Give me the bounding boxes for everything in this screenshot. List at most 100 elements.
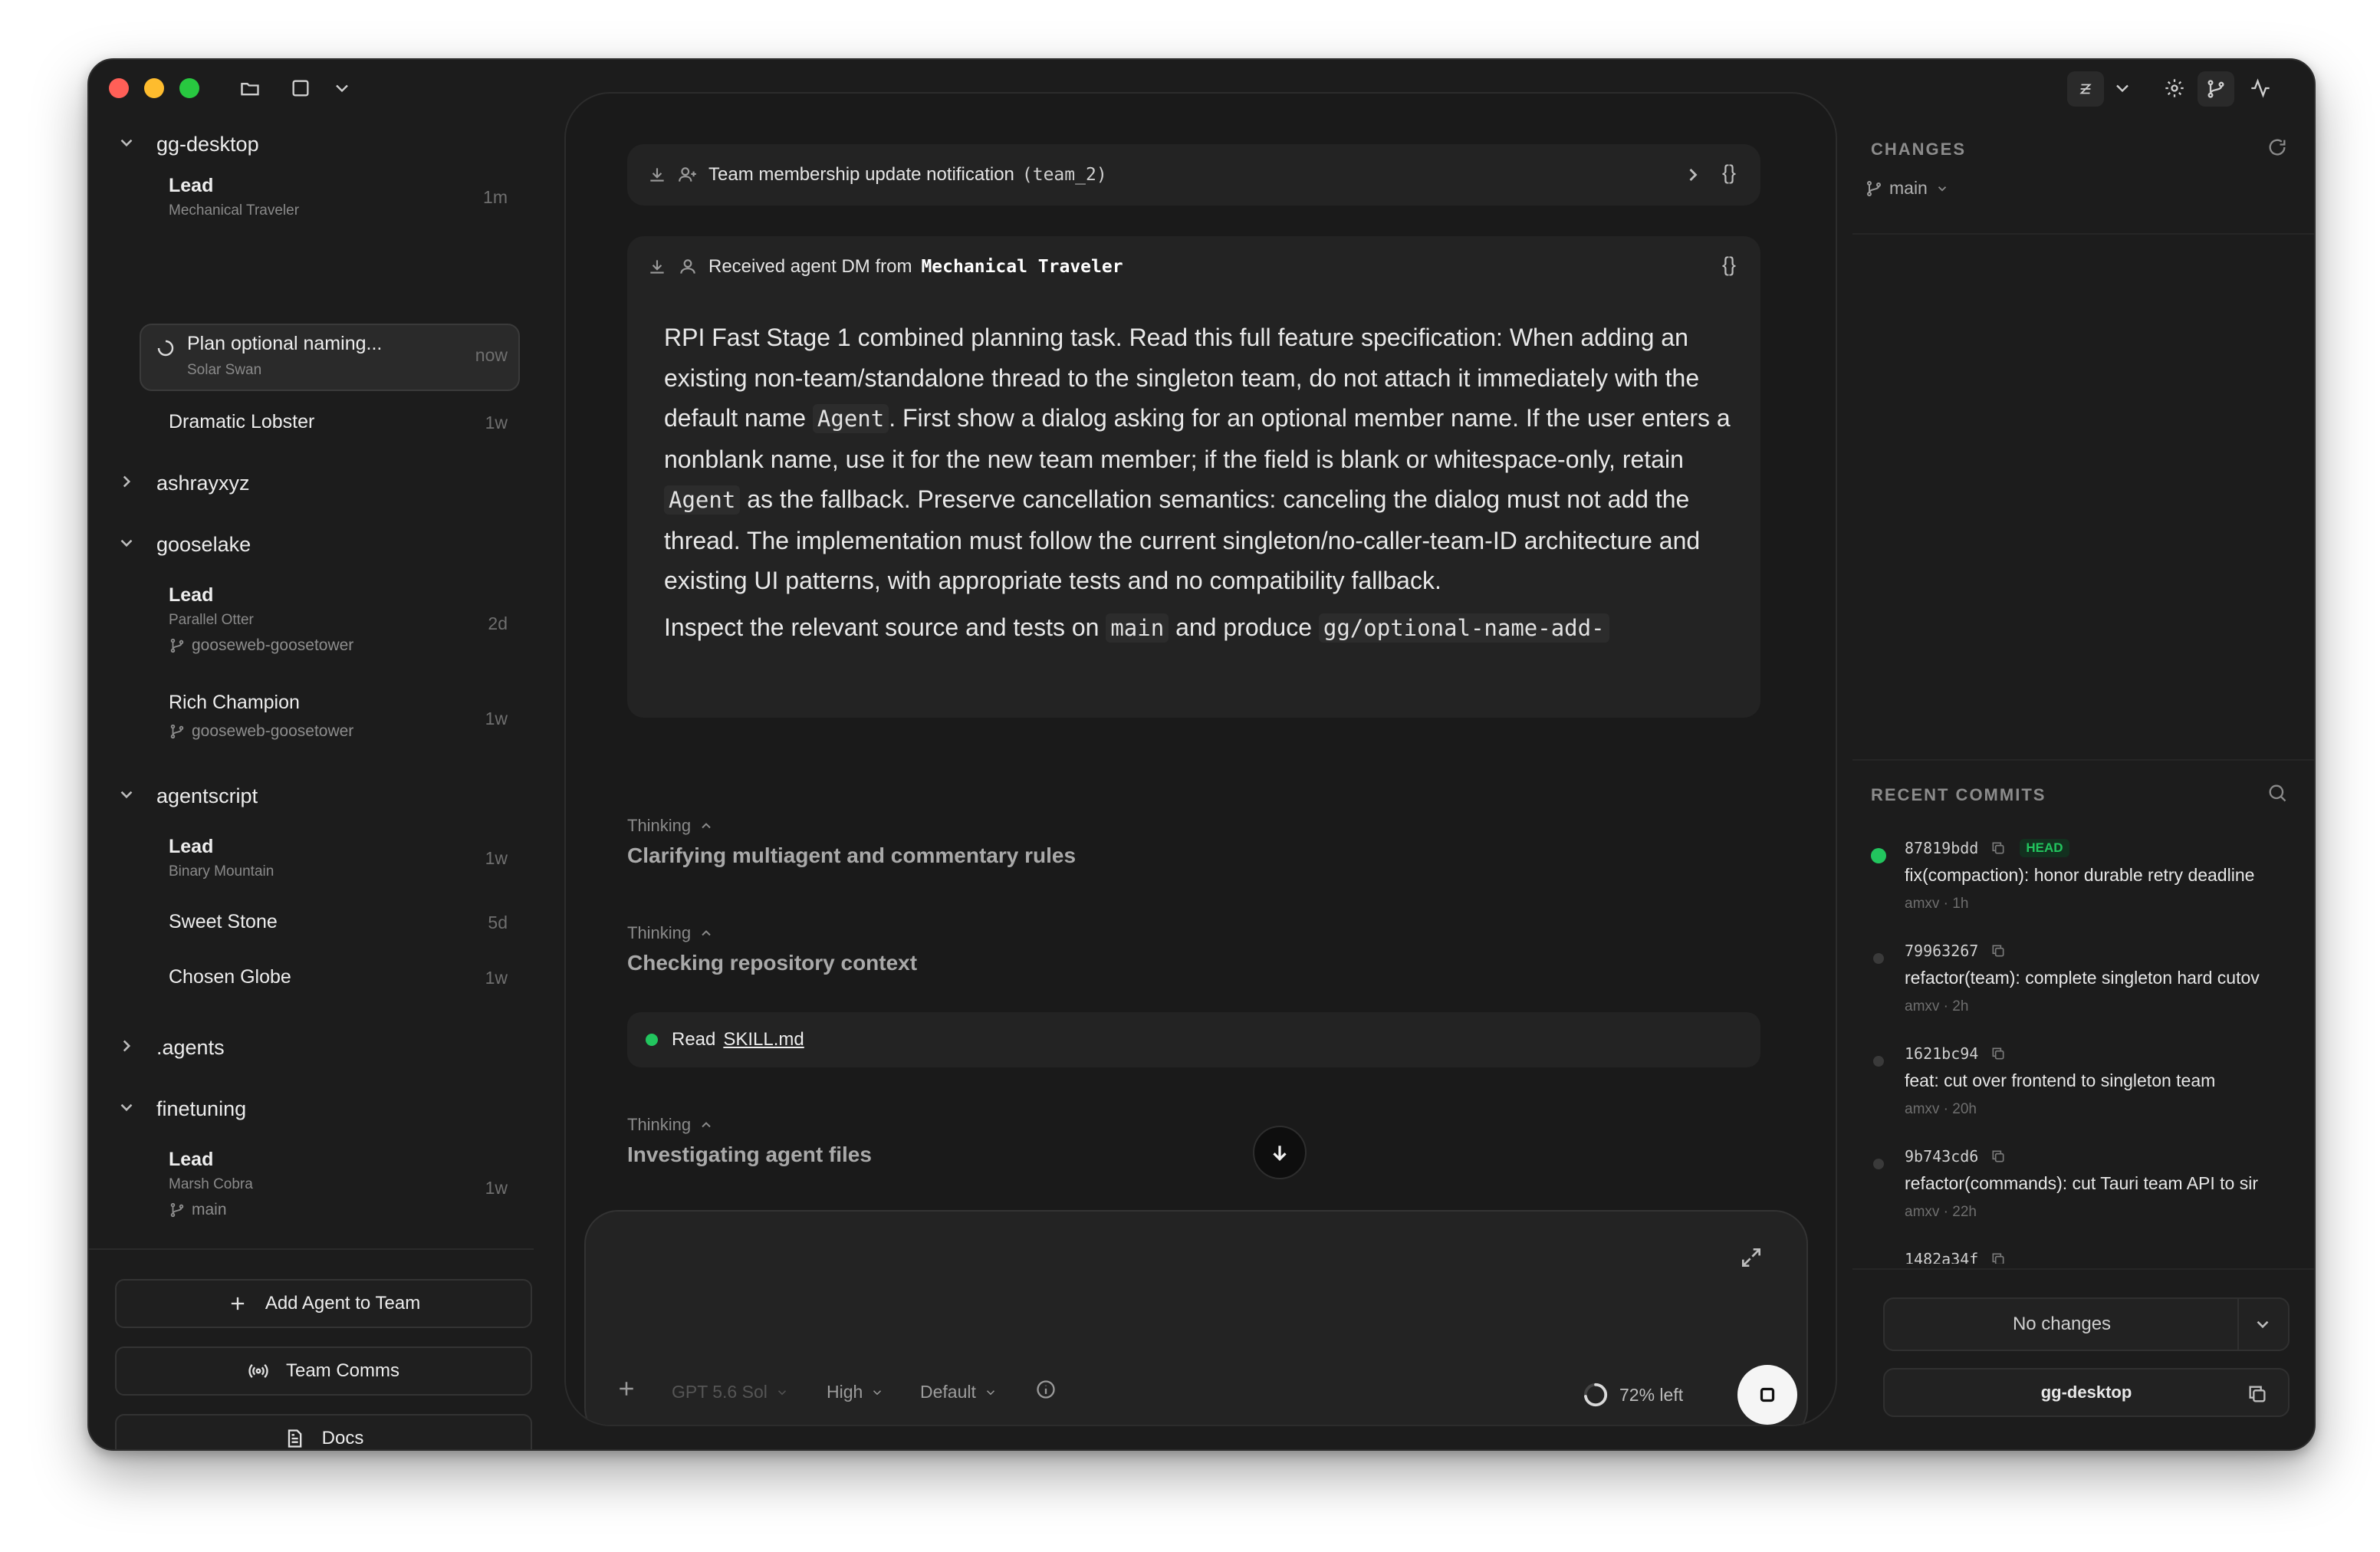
chevron-down-icon (117, 784, 140, 807)
project-group-finetuning[interactable]: finetuning (117, 1093, 246, 1124)
gear-icon[interactable] (2159, 73, 2190, 104)
thread-item[interactable]: Lead Mechanical Traveler 1m (140, 169, 520, 222)
dm-text: as the fallback. Preserve cancellation s… (664, 485, 1701, 594)
inline-code: gg/optional-name-add- (1318, 613, 1609, 643)
sidebar-toggle-icon[interactable] (285, 73, 316, 104)
commit-item[interactable]: 87819bdd HEAD fix(compaction): honor dur… (1871, 839, 2300, 923)
thread-item[interactable]: Lead Marsh Cobra main 1w (140, 1143, 520, 1227)
refresh-icon[interactable] (2267, 136, 2290, 159)
repo-button[interactable]: gg-desktop (1883, 1368, 2290, 1417)
inline-code: main (1106, 613, 1169, 643)
recent-commits-title: RECENT COMMITS (1871, 785, 2046, 804)
add-agent-label: Add Agent to Team (265, 1293, 421, 1314)
project-group-gg-desktop[interactable]: gg-desktop (117, 129, 259, 159)
scroll-to-bottom-button[interactable] (1253, 1126, 1307, 1179)
commit-dot (1873, 953, 1884, 964)
chevron-down-icon[interactable] (327, 73, 357, 104)
thread-item[interactable]: Dramatic Lobster 1w (140, 405, 520, 443)
copy-icon[interactable] (1990, 1251, 2006, 1264)
project-group-ashrayxyz[interactable]: ashrayxyz (117, 468, 250, 498)
commit-dot (1873, 1159, 1884, 1169)
activity-icon[interactable] (2245, 73, 2276, 104)
zoom-window-button[interactable] (179, 78, 199, 98)
thread-item[interactable]: Plan optional naming... Solar Swan now (140, 324, 520, 391)
team-comms-button[interactable]: Team Comms (115, 1346, 532, 1396)
copy-icon[interactable] (1990, 1149, 2006, 1164)
commit-item[interactable]: 1621bc94 feat: cut over frontend to sing… (1871, 1044, 2300, 1129)
git-branch-icon (170, 724, 184, 739)
chevron-down-icon[interactable] (2253, 1314, 2273, 1334)
chevron-down-icon (986, 1389, 994, 1395)
panel-divider (1852, 233, 2314, 235)
copy-icon[interactable] (1990, 943, 2006, 958)
raw-json-button[interactable]: {} (1722, 161, 1736, 185)
commit-hash: 1482a34f (1905, 1250, 2006, 1264)
tool-call-read[interactable]: Read SKILL.md (627, 1012, 1760, 1067)
commit-meta: amxv · 20h (1905, 1101, 1977, 1117)
thread-branch: gooseweb-goosetower (169, 636, 353, 655)
context-meter: 72% left (1583, 1382, 1683, 1408)
commit-item[interactable]: 1482a34f (1871, 1250, 2300, 1264)
button-divider (2237, 1299, 2239, 1350)
expand-icon[interactable] (1739, 1245, 1767, 1273)
project-group-agentscript[interactable]: agentscript (117, 781, 258, 811)
project-group-gooselake[interactable]: gooselake (117, 529, 251, 560)
commit-message: refactor(commands): cut Tauri team API t… (1905, 1173, 2259, 1193)
team-comms-label: Team Comms (285, 1360, 400, 1381)
dm-message-body: RPI Fast Stage 1 combined planning task.… (664, 317, 1737, 655)
effort-select[interactable]: High (827, 1382, 884, 1402)
thinking-toggle[interactable]: Thinking (627, 923, 714, 943)
thread-item[interactable]: Sweet Stone 5d (140, 905, 520, 943)
chevron-down-icon (1938, 186, 1946, 192)
thread-item[interactable]: Chosen Globe 1w (140, 960, 520, 998)
thread-item[interactable]: Rich Champion gooseweb-goosetower 1w (140, 686, 520, 755)
attach-button[interactable] (615, 1377, 638, 1400)
chevron-down-icon (873, 1389, 882, 1395)
add-agent-button[interactable]: Add Agent to Team (115, 1279, 532, 1328)
editor-icon[interactable] (2067, 71, 2104, 107)
no-changes-button[interactable]: No changes (1883, 1297, 2290, 1351)
status-dot (646, 1034, 658, 1046)
thread-item[interactable]: Lead Binary Mountain 1w (140, 830, 520, 883)
commit-hash: 9b743cd6 (1905, 1147, 2006, 1166)
chevron-up-icon (702, 823, 711, 829)
hash-text: 79963267 (1905, 942, 1979, 960)
folder-icon[interactable] (235, 73, 265, 104)
thread-item[interactable]: Lead Parallel Otter gooseweb-goosetower … (140, 578, 520, 663)
chevron-up-icon (702, 930, 711, 936)
stop-button[interactable] (1737, 1365, 1797, 1425)
model-select[interactable]: GPT 5.6 Sol (672, 1382, 789, 1402)
thread-branch: gooseweb-goosetower (169, 722, 353, 741)
panel-divider (1852, 1268, 2314, 1270)
commit-item[interactable]: 9b743cd6 refactor(commands): cut Tauri t… (1871, 1147, 2300, 1231)
info-icon[interactable] (1035, 1379, 1057, 1400)
commit-meta: amxv · 1h (1905, 896, 1969, 912)
inline-code: Agent (664, 485, 741, 515)
close-window-button[interactable] (109, 78, 129, 98)
search-icon[interactable] (2267, 782, 2290, 805)
mode-select[interactable]: Default (920, 1382, 998, 1402)
project-group-agents[interactable]: .agents (117, 1032, 225, 1063)
copy-icon[interactable] (1990, 1046, 2006, 1061)
docs-button[interactable]: Docs (115, 1414, 532, 1449)
message-composer[interactable]: GPT 5.6 Sol High Default 72% left (584, 1210, 1808, 1425)
thinking-toggle[interactable]: Thinking (627, 816, 714, 836)
file-link[interactable]: SKILL.md (723, 1029, 804, 1051)
raw-json-button[interactable]: {} (1722, 253, 1736, 277)
project-name: ashrayxyz (156, 471, 250, 495)
branch-select[interactable]: main (1865, 178, 1949, 199)
project-name: finetuning (156, 1097, 247, 1120)
chevron-down-icon[interactable] (2107, 73, 2138, 104)
thinking-toggle[interactable]: Thinking (627, 1115, 714, 1135)
project-name: gooselake (156, 532, 251, 556)
git-branch-icon[interactable] (2198, 71, 2234, 107)
copy-icon[interactable] (1990, 840, 2006, 856)
notification-card[interactable]: Team membership update notification (tea… (627, 144, 1760, 206)
thinking-summary: Clarifying multiagent and commentary rul… (627, 843, 1077, 867)
commit-item[interactable]: 79963267 refactor(team): complete single… (1871, 942, 2300, 1026)
minimize-window-button[interactable] (144, 78, 164, 98)
commit-message: refactor(team): complete singleton hard … (1905, 968, 2260, 988)
copy-icon[interactable] (2247, 1383, 2268, 1405)
chevron-right-icon[interactable] (1682, 164, 1704, 186)
thread-title: Lead (169, 175, 214, 196)
